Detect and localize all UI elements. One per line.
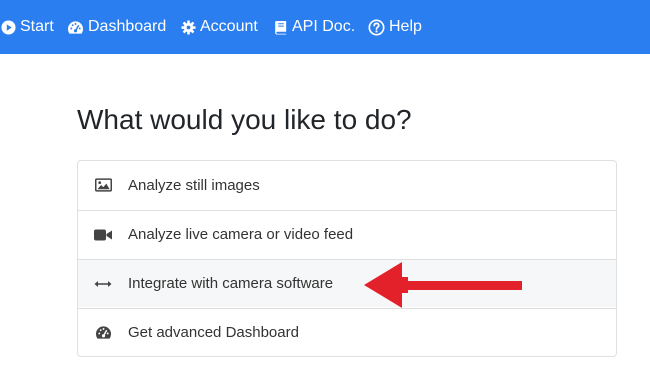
question-circle-icon xyxy=(368,18,385,36)
image-icon xyxy=(78,178,128,192)
option-integrate-camera-software[interactable]: Integrate with camera software xyxy=(78,259,616,307)
nav-api-doc-label: API Doc. xyxy=(292,18,356,35)
nav-help-label: Help xyxy=(389,18,422,35)
option-get-advanced-dashboard[interactable]: Get advanced Dashboard xyxy=(78,308,616,356)
nav-dashboard-label: Dashboard xyxy=(88,18,167,35)
option-label: Integrate with camera software xyxy=(128,275,334,292)
nav-api-doc[interactable]: API Doc. xyxy=(274,0,355,54)
option-label: Analyze live camera or video feed xyxy=(128,226,354,243)
dashboard-icon xyxy=(67,20,84,35)
dashboard-icon xyxy=(78,325,128,340)
options-list: Analyze still images Analyze live camera… xyxy=(77,160,617,357)
option-analyze-live-camera[interactable]: Analyze live camera or video feed xyxy=(78,210,616,258)
nav-account-label: Account xyxy=(200,18,258,35)
nav-help[interactable]: Help xyxy=(368,0,422,54)
video-camera-icon xyxy=(78,229,128,241)
book-icon xyxy=(274,20,288,35)
arrows-horizontal-icon xyxy=(78,280,128,288)
top-navbar: Start Dashboard Account API Doc. Help xyxy=(0,0,650,54)
nav-account[interactable]: Account xyxy=(181,0,258,54)
nav-start-label: Start xyxy=(20,18,54,35)
option-label: Analyze still images xyxy=(128,176,260,194)
gear-icon xyxy=(181,19,196,35)
option-analyze-still-images[interactable]: Analyze still images xyxy=(78,161,616,209)
play-circle-icon xyxy=(1,19,16,35)
annotation-arrow-icon xyxy=(364,262,522,308)
nav-start[interactable]: Start xyxy=(1,0,54,54)
page-title: What would you like to do? xyxy=(77,104,412,135)
option-label: Get advanced Dashboard xyxy=(128,324,299,341)
nav-dashboard[interactable]: Dashboard xyxy=(67,0,166,54)
